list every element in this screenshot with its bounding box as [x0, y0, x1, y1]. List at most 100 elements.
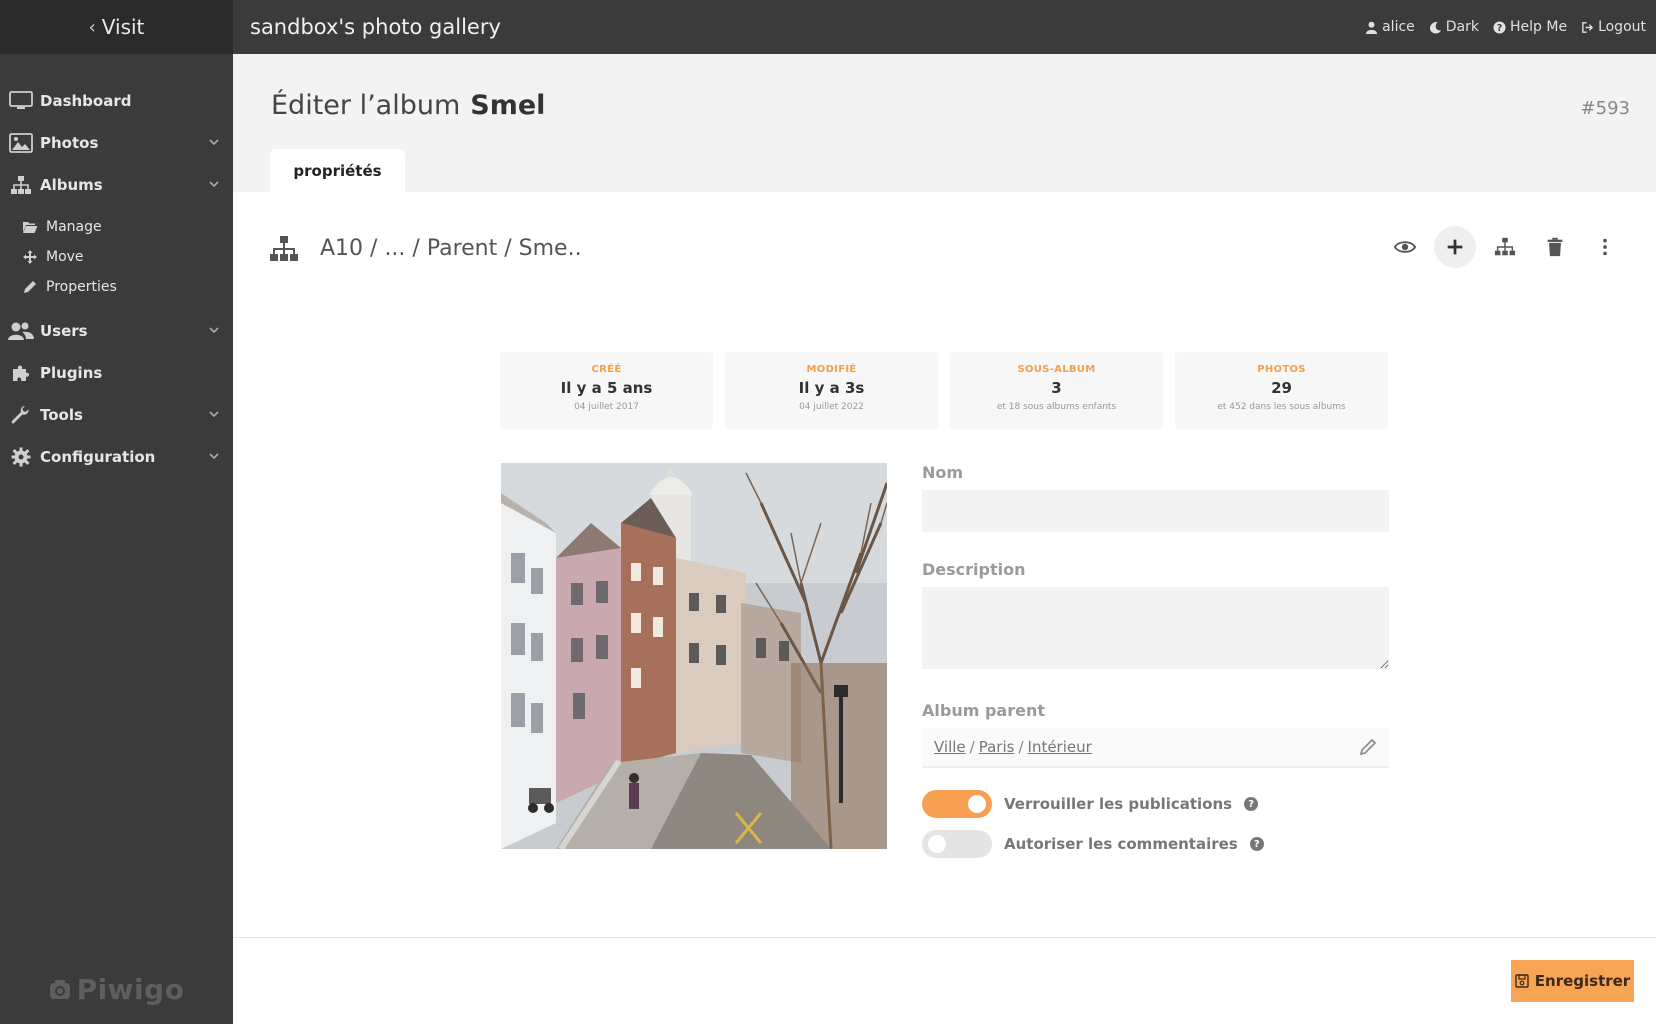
logout-link[interactable]: Logout [1581, 19, 1646, 35]
stat-value: 29 [1271, 379, 1292, 397]
parent-crumb[interactable]: Ville [934, 738, 966, 756]
pencil-icon [22, 279, 38, 295]
chevron-down-icon[interactable] [209, 325, 219, 335]
image-icon [8, 132, 34, 154]
monitor-icon [8, 90, 34, 112]
add-sub-album-button[interactable] [1434, 226, 1476, 268]
moon-icon [1429, 21, 1441, 34]
gear-icon [8, 446, 34, 468]
users-icon [8, 320, 34, 342]
svg-text:?: ? [1497, 22, 1502, 33]
stat-sub: 04 juillet 2022 [799, 402, 864, 412]
topbar: sandbox's photo gallery alice Dark ? Hel… [233, 0, 1656, 54]
name-input[interactable] [922, 490, 1389, 532]
logout-icon [1582, 21, 1594, 33]
footer-bar: Enregistrer [233, 937, 1656, 1024]
stat-sub: 04 juillet 2017 [574, 402, 639, 412]
chevron-down-icon[interactable] [209, 409, 219, 419]
sidebar-item-label: Dashboard [40, 92, 132, 110]
page-title-prefix: Éditer l’album [271, 90, 461, 121]
user-icon [1366, 21, 1378, 34]
sidebar-item-label: Users [40, 322, 88, 340]
comments-label: Autoriser les commentaires [1004, 835, 1238, 853]
album-thumbnail[interactable] [501, 463, 887, 849]
name-label: Nom [922, 463, 964, 482]
user-name: alice [1382, 19, 1415, 35]
chevron-down-icon[interactable] [209, 451, 219, 461]
theme-label: Dark [1445, 19, 1479, 35]
description-label: Description [922, 560, 1026, 579]
logout-label: Logout [1598, 19, 1646, 35]
parent-album-selector[interactable]: Ville / Paris / Intérieur [922, 728, 1389, 768]
lock-row: Verrouiller les publications ? [922, 790, 1389, 818]
sidebar-item-label: Configuration [40, 448, 156, 466]
sidebar-item-photos[interactable]: Photos [0, 122, 233, 164]
help-icon[interactable]: ? [1249, 837, 1264, 851]
sidebar-item-plugins[interactable]: Plugins [0, 352, 233, 394]
sidebar-item-label: Tools [40, 406, 83, 424]
chevron-down-icon[interactable] [209, 137, 219, 147]
chevron-down-icon[interactable] [209, 179, 219, 189]
dark-mode-toggle[interactable]: Dark [1429, 19, 1479, 35]
sidebar-item-label: Photos [40, 134, 99, 152]
album-stats: CRÉÉ Il y a 5 ans 04 juillet 2017 MODIFI… [500, 352, 1388, 429]
parent-crumb[interactable]: Intérieur [1028, 738, 1092, 756]
save-button[interactable]: Enregistrer [1511, 960, 1634, 1002]
sidebar-subitem-manage[interactable]: Manage [22, 212, 233, 242]
move-album-button[interactable] [1484, 226, 1526, 268]
stat-sub: et 452 dans les sous albums [1217, 402, 1346, 412]
album-id: #593 [1580, 98, 1630, 119]
sidebar-item-configuration[interactable]: Configuration [0, 436, 233, 478]
puzzle-icon [8, 362, 34, 384]
trash-icon [1547, 237, 1563, 257]
sidebar-item-dashboard[interactable]: Dashboard [0, 80, 233, 122]
description-textarea[interactable] [922, 587, 1389, 669]
main-content: A10 / ... / Parent / Sme.. CRÉÉ Il y a 5… [233, 192, 1656, 937]
lock-toggle[interactable] [922, 790, 992, 818]
comments-toggle[interactable] [922, 830, 992, 858]
user-link[interactable]: alice [1365, 19, 1415, 35]
stat-value: Il y a 3s [798, 379, 865, 397]
stat-label: PHOTOS [1257, 364, 1306, 375]
sidebar-item-users[interactable]: Users [0, 310, 233, 352]
sidebar-subitem-label: Move [46, 249, 84, 265]
stat-sub-albums: SOUS-ALBUM 3 et 18 sous albums enfants [950, 352, 1163, 429]
album-name: Smel [470, 90, 546, 121]
sitemap-icon [8, 174, 34, 196]
stat-sub: et 18 sous albums enfants [996, 402, 1117, 412]
stat-value: 3 [1051, 379, 1062, 397]
sidebar-menu: Dashboard Photos Albums Manage Move Prop… [0, 54, 233, 478]
floppy-disk-icon [1515, 974, 1529, 988]
album-breadcrumb[interactable]: A10 / ... / Parent / Sme.. [320, 236, 582, 261]
sitemap-icon [1494, 237, 1516, 256]
help-link[interactable]: ? Help Me [1493, 19, 1567, 35]
piwigo-logo: Piwigo [0, 973, 233, 1006]
folder-open-icon [22, 219, 38, 235]
album-thumbnail-image [501, 463, 887, 849]
view-album-button[interactable] [1384, 226, 1426, 268]
pencil-icon[interactable] [1359, 738, 1377, 756]
delete-album-button[interactable] [1534, 226, 1576, 268]
camera-icon [49, 979, 70, 999]
page-header: Éditer l’album Smel #593 propriétés [233, 54, 1656, 192]
stat-label: SOUS-ALBUM [1017, 364, 1096, 375]
sidebar-item-tools[interactable]: Tools [0, 394, 233, 436]
sidebar-subitem-label: Properties [46, 279, 117, 295]
parent-album-label: Album parent [922, 701, 1045, 720]
sidebar: ‹ Visit Dashboard Photos Albums Manage M… [0, 0, 233, 1024]
stat-label: CRÉÉ [591, 364, 622, 375]
page-title: Éditer l’album Smel [271, 90, 545, 121]
help-icon[interactable]: ? [1244, 797, 1259, 811]
top-actions: alice Dark ? Help Me Logout [1365, 19, 1646, 35]
sidebar-subitem-properties[interactable]: Properties [22, 272, 233, 302]
more-options-button[interactable] [1584, 226, 1626, 268]
sidebar-item-albums[interactable]: Albums [0, 164, 233, 206]
parent-crumb[interactable]: Paris [979, 738, 1015, 756]
sidebar-subitem-move[interactable]: Move [22, 242, 233, 272]
wrench-icon [8, 404, 34, 426]
save-label: Enregistrer [1534, 972, 1631, 990]
logo-text: Piwigo [76, 973, 185, 1006]
album-form: Nom Description Album parent Ville / Paris… [922, 463, 1389, 858]
tab-properties[interactable]: propriétés [270, 149, 405, 192]
visit-link[interactable]: ‹ Visit [0, 0, 233, 54]
